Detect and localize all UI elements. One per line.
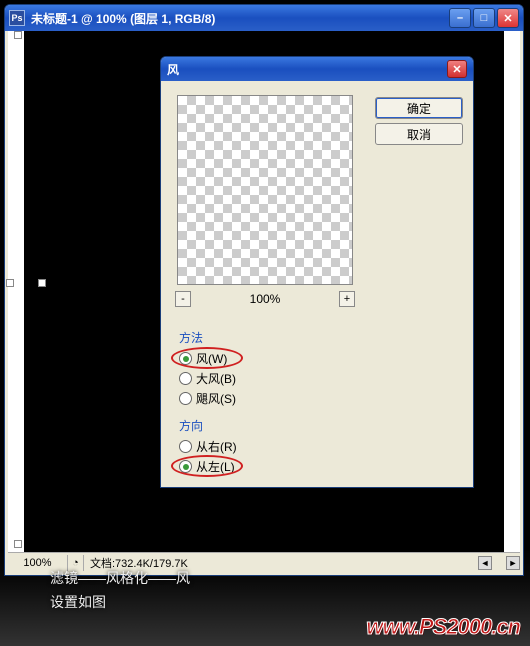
- radio-indicator[interactable]: [179, 372, 192, 385]
- watermark: www.PS2000.cn: [366, 614, 520, 640]
- close-button[interactable]: ✕: [497, 8, 519, 28]
- minimize-button[interactable]: –: [449, 8, 471, 28]
- radio-indicator[interactable]: [179, 440, 192, 453]
- radio-indicator[interactable]: [179, 460, 192, 473]
- radio-label: 风(W): [196, 350, 227, 367]
- filter-preview[interactable]: [177, 95, 353, 285]
- caption-line-2: 设置如图: [50, 590, 190, 614]
- preview-zoom-label: 100%: [250, 292, 281, 306]
- radio-method-blast[interactable]: 大风(B): [179, 370, 236, 387]
- zoom-in-button[interactable]: +: [339, 291, 355, 307]
- wind-filter-dialog: 风 ✕ - 100% + 确定 取消 方法 风(W)大风(B)飓风(S) 方向 …: [160, 56, 474, 488]
- transform-handle[interactable]: [14, 540, 22, 548]
- radio-indicator[interactable]: [179, 392, 192, 405]
- canvas-ruler-area: [8, 31, 24, 552]
- radio-dir-right[interactable]: 从右(R): [179, 438, 237, 455]
- caption-line-1: 滤镜——风格化——风: [50, 566, 190, 590]
- radio-indicator[interactable]: [179, 352, 192, 365]
- radio-method-wind[interactable]: 风(W): [179, 350, 227, 367]
- radio-label: 从右(R): [196, 438, 237, 455]
- radio-label: 大风(B): [196, 370, 236, 387]
- transform-handle[interactable]: [38, 279, 46, 287]
- radio-dir-left[interactable]: 从左(L): [179, 458, 235, 475]
- scroll-left-button[interactable]: ◄: [478, 556, 492, 570]
- transform-handle[interactable]: [6, 279, 14, 287]
- maximize-button[interactable]: □: [473, 8, 495, 28]
- tutorial-caption: 滤镜——风格化——风 设置如图: [50, 566, 190, 614]
- radio-method-stagger[interactable]: 飓风(S): [179, 390, 236, 407]
- radio-label: 飓风(S): [196, 390, 236, 407]
- document-title: 未标题-1 @ 100% (图层 1, RGB/8): [31, 10, 449, 27]
- cancel-button[interactable]: 取消: [375, 123, 463, 145]
- dialog-title: 风: [167, 61, 447, 78]
- radio-label: 从左(L): [196, 458, 235, 475]
- direction-group-label: 方向: [179, 417, 473, 434]
- zoom-out-button[interactable]: -: [175, 291, 191, 307]
- dialog-close-button[interactable]: ✕: [447, 60, 467, 78]
- method-group-label: 方法: [179, 329, 473, 346]
- document-titlebar[interactable]: Ps 未标题-1 @ 100% (图层 1, RGB/8) – □ ✕: [5, 5, 523, 31]
- photoshop-icon: Ps: [9, 10, 25, 26]
- dialog-titlebar[interactable]: 风 ✕: [161, 57, 473, 81]
- transform-handle[interactable]: [14, 31, 22, 39]
- ok-button[interactable]: 确定: [375, 97, 463, 119]
- scroll-right-button[interactable]: ►: [506, 556, 520, 570]
